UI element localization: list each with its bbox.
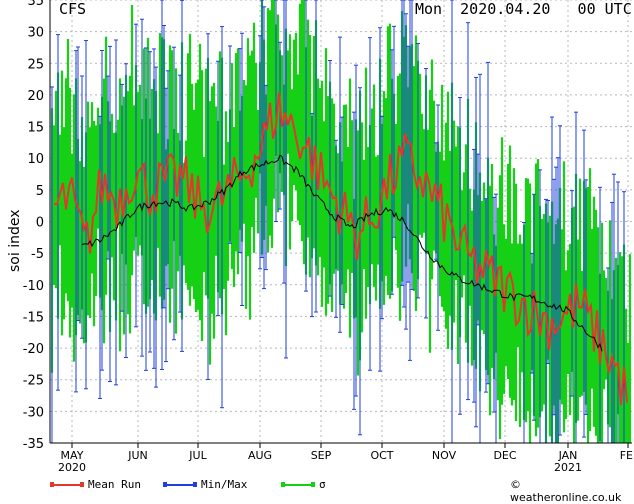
y-tick-label: 0 (36, 216, 44, 231)
y-tick-label: 35 (27, 0, 44, 9)
y-tick-label: -35 (23, 437, 44, 452)
legend-minmax: Min/Max (163, 478, 247, 491)
y-tick-label: -10 (23, 279, 44, 294)
y-tick-label: 30 (27, 26, 44, 41)
x-tick-label: FEI (620, 449, 634, 462)
y-tick-label: -15 (23, 310, 44, 325)
y-tick-label: -30 (23, 405, 44, 420)
run-time-label: Mon 2020.04.20 00 UTC (415, 0, 632, 18)
y-tick-label: -25 (23, 374, 44, 389)
y-tick-label: 25 (27, 57, 44, 72)
legend-sigma: σ (281, 478, 326, 491)
x-tick-label: NOV (432, 449, 457, 462)
y-tick-label: 10 (27, 152, 44, 167)
x-year-label: 2020 (58, 461, 86, 474)
x-tick-label: SEP (311, 449, 332, 462)
legend-mean-run: Mean Run (50, 478, 141, 491)
y-tick-label: 5 (36, 184, 44, 199)
y-tick-label: 15 (27, 121, 44, 136)
soi-chart: -35-30-25-20-15-10-505101520253035MAY202… (23, 0, 634, 474)
legend-label: σ (319, 478, 326, 491)
y-tick-label: -5 (31, 247, 44, 262)
x-tick-label: DEC (493, 449, 516, 462)
mean-run-swatch (50, 481, 84, 487)
y-tick-label: -20 (23, 342, 44, 357)
legend-label: Mean Run (88, 478, 141, 491)
y-tick-label: 20 (27, 89, 44, 104)
x-tick-label: AUG (248, 449, 272, 462)
model-label: CFS (59, 0, 87, 18)
x-tick-label: JUN (127, 449, 148, 462)
y-axis-label: soi index (7, 209, 23, 272)
x-year-label: 2021 (554, 461, 582, 474)
legend-label: Min/Max (201, 478, 248, 491)
sigma-swatch (281, 481, 315, 487)
credit-text: © weatheronline.co.uk (510, 478, 622, 504)
x-tick-label: OCT (370, 449, 393, 462)
minmax-swatch (163, 481, 197, 487)
x-tick-label: JUL (188, 449, 207, 462)
